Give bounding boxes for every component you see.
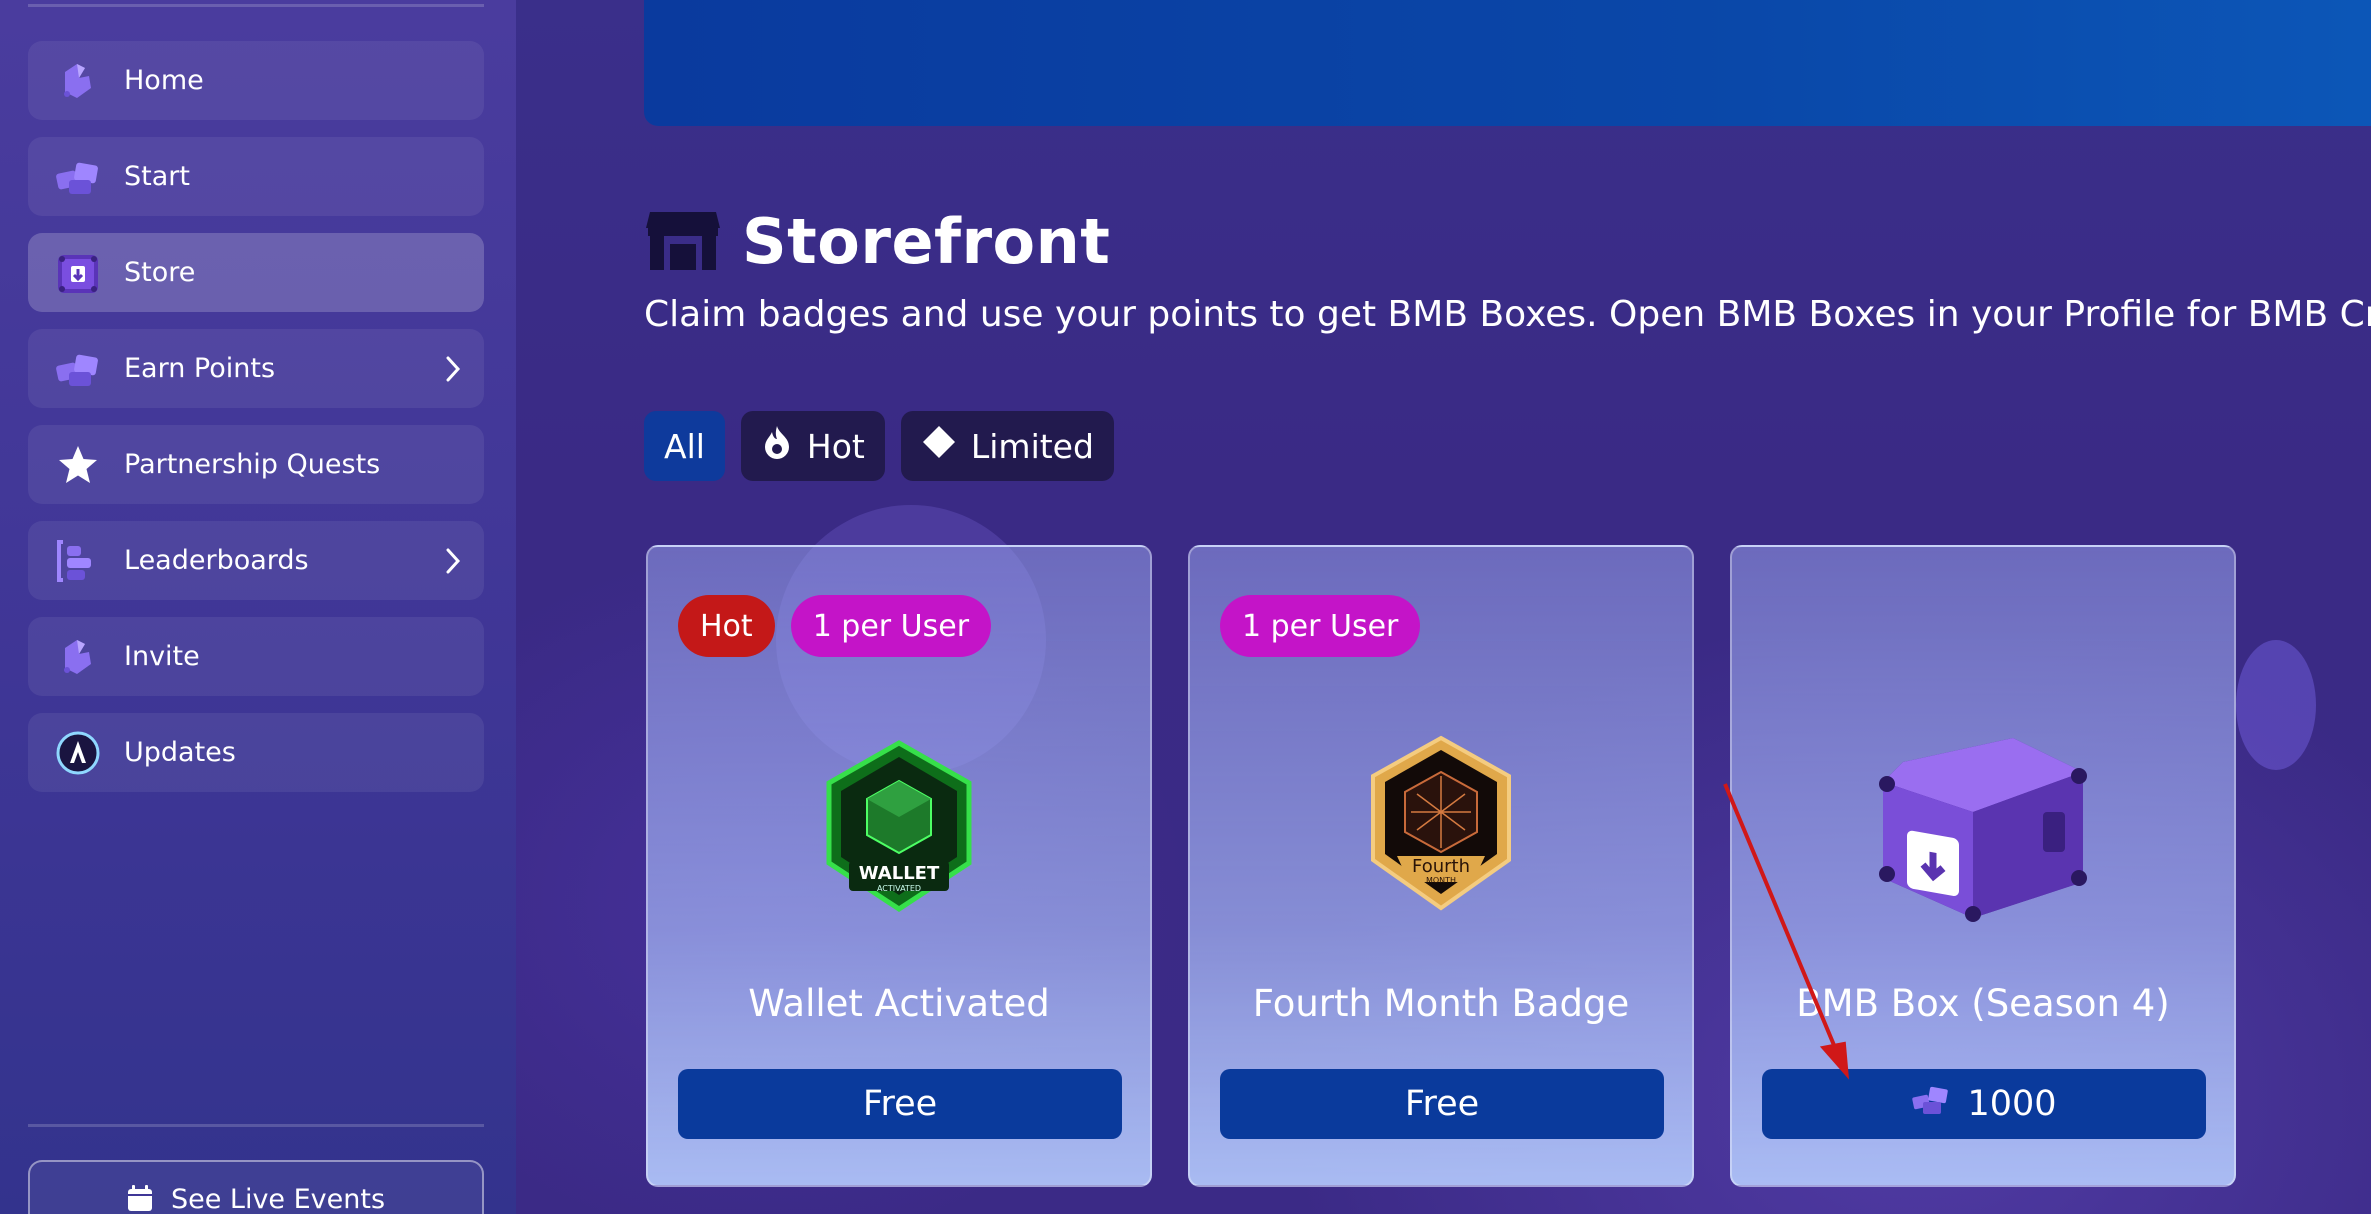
sidebar-item-partnership-quests[interactable]: Partnership Quests	[28, 425, 484, 504]
sidebar-item-label: Start	[124, 161, 190, 192]
divider	[28, 1124, 484, 1127]
card-title: BMB Box (Season 4)	[1796, 982, 2170, 1025]
wallet-badge-subtext: ACTIVATED	[877, 884, 921, 893]
flame-icon	[761, 424, 793, 468]
sidebar-item-label: Updates	[124, 737, 236, 768]
store-card-fourth-month-badge[interactable]: 1 per User Fourth MONTH Fourth Month Bad…	[1188, 545, 1694, 1187]
price-label: Free	[1404, 1084, 1480, 1124]
sidebar-item-label: Home	[124, 65, 204, 96]
sidebar: Home Start Store Earn Points Partnership…	[0, 0, 516, 1214]
limit-badge: 1 per User	[790, 595, 992, 657]
home-icon	[52, 55, 104, 107]
store-chest-icon	[52, 247, 104, 299]
claim-button[interactable]: Free	[1220, 1069, 1664, 1139]
see-live-events-button[interactable]: See Live Events	[28, 1160, 484, 1214]
sidebar-item-start[interactable]: Start	[28, 137, 484, 216]
limit-badge: 1 per User	[1220, 595, 1421, 657]
filter-all[interactable]: All	[644, 411, 725, 481]
filter-hot[interactable]: Hot	[740, 411, 885, 481]
storefront-icon	[644, 208, 722, 276]
invite-icon	[52, 631, 104, 683]
fourth-month-badge-image: Fourth MONTH	[1190, 707, 1692, 947]
see-live-events-label: See Live Events	[170, 1184, 386, 1214]
updates-logo-icon	[52, 727, 104, 779]
card-title: Fourth Month Badge	[1252, 982, 1630, 1025]
sidebar-item-label: Invite	[124, 641, 200, 672]
store-card-wallet-activated[interactable]: Hot 1 per User WALLET ACTIVATED Wallet A…	[646, 545, 1152, 1187]
sidebar-item-label: Partnership Quests	[124, 449, 381, 480]
sidebar-item-label: Leaderboards	[124, 545, 309, 576]
sidebar-item-earn-points[interactable]: Earn Points	[28, 329, 484, 408]
calendar-icon	[127, 1184, 153, 1214]
wallet-badge-text: WALLET	[859, 863, 940, 884]
hot-badge: Hot	[678, 595, 775, 657]
divider	[28, 4, 484, 7]
sidebar-item-label: Earn Points	[124, 353, 276, 384]
background-blob	[2236, 640, 2316, 770]
price-label: Free	[862, 1084, 938, 1124]
diamond-icon	[921, 424, 957, 468]
sidebar-item-label: Store	[124, 257, 196, 288]
filter-tabs: All Hot Limited	[644, 411, 1114, 481]
store-card-bmb-box[interactable]: BMB Box (Season 4) 1000	[1730, 545, 2236, 1187]
start-icon	[52, 151, 104, 203]
bmb-box-image	[1732, 707, 2234, 947]
filter-limited[interactable]: Limited	[900, 411, 1114, 481]
page-title: Storefront	[742, 205, 1111, 278]
sidebar-item-home[interactable]: Home	[28, 41, 484, 120]
sidebar-item-updates[interactable]: Updates	[28, 713, 484, 792]
earn-points-icon	[52, 343, 104, 395]
fourth-badge-subtext: MONTH	[1426, 876, 1456, 885]
sidebar-item-invite[interactable]: Invite	[28, 617, 484, 696]
card-title: Wallet Activated	[748, 982, 1050, 1025]
price-label: 1000	[1967, 1084, 2057, 1124]
points-icon	[1911, 1082, 1951, 1127]
wallet-badge-image: WALLET ACTIVATED	[648, 707, 1150, 947]
promo-banner[interactable]	[644, 0, 2371, 126]
filter-label: Limited	[970, 426, 1094, 466]
leaderboards-icon	[52, 535, 104, 587]
star-icon	[52, 439, 104, 491]
page-subtitle: Claim badges and use your points to get …	[644, 294, 2371, 335]
buy-button[interactable]: 1000	[1762, 1069, 2206, 1139]
card-badges: 1 per User	[1220, 595, 1421, 657]
sidebar-item-leaderboards[interactable]: Leaderboards	[28, 521, 484, 600]
card-badges: Hot 1 per User	[678, 595, 992, 657]
main-content: Storefront Claim badges and use your poi…	[516, 0, 2371, 1214]
page-header: Storefront	[644, 205, 1110, 278]
claim-button[interactable]: Free	[678, 1069, 1122, 1139]
fourth-badge-text: Fourth	[1412, 856, 1470, 877]
filter-label: Hot	[806, 426, 865, 466]
chevron-right-icon	[438, 546, 468, 576]
filter-label: All	[664, 426, 705, 466]
chevron-right-icon	[438, 354, 468, 384]
sidebar-item-store[interactable]: Store	[28, 233, 484, 312]
